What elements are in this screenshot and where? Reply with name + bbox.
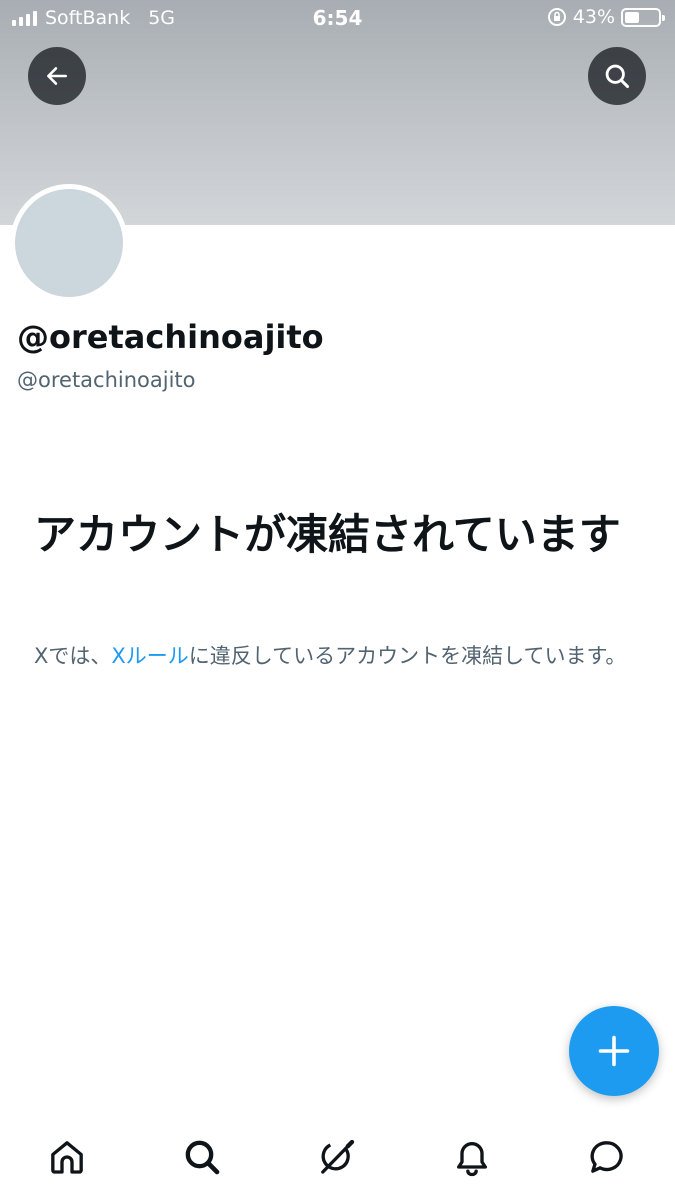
status-bar: SoftBank 5G 6:54 43% xyxy=(0,0,675,38)
bell-icon xyxy=(457,1142,487,1177)
description-prefix: Xでは、 xyxy=(34,644,112,668)
compose-button[interactable] xyxy=(569,1006,659,1096)
search-icon xyxy=(185,1140,220,1175)
battery-percent: 43% xyxy=(572,6,615,28)
tab-messages[interactable] xyxy=(585,1135,629,1179)
tab-home[interactable] xyxy=(45,1135,89,1179)
arrow-left-icon xyxy=(47,67,67,85)
search-icon xyxy=(605,64,630,89)
orientation-lock-icon xyxy=(547,8,566,26)
tab-notifications[interactable] xyxy=(450,1135,494,1179)
tab-search[interactable] xyxy=(180,1135,224,1179)
grok-icon xyxy=(321,1139,355,1174)
battery-icon xyxy=(621,7,665,27)
avatar[interactable] xyxy=(10,184,128,302)
tab-grok[interactable] xyxy=(315,1135,359,1179)
bottom-tab-bar xyxy=(0,1118,675,1200)
battery-level xyxy=(625,11,639,23)
home-icon xyxy=(51,1141,83,1174)
search-button[interactable] xyxy=(588,47,646,105)
plus-icon xyxy=(598,1035,630,1067)
x-rules-link[interactable]: Xルール xyxy=(111,644,188,668)
status-right: 43% xyxy=(547,6,665,28)
profile-display-name: @oretachinoajito xyxy=(17,318,324,356)
message-icon xyxy=(590,1141,623,1173)
back-button[interactable] xyxy=(28,47,86,105)
suspended-description: Xでは、Xルールに違反しているアカウントを凍結しています。 xyxy=(34,642,646,671)
profile-handle: @oretachinoajito xyxy=(17,368,196,392)
suspended-title: アカウントが凍結されています xyxy=(34,510,621,559)
description-suffix: に違反しているアカウントを凍結しています。 xyxy=(188,644,627,668)
